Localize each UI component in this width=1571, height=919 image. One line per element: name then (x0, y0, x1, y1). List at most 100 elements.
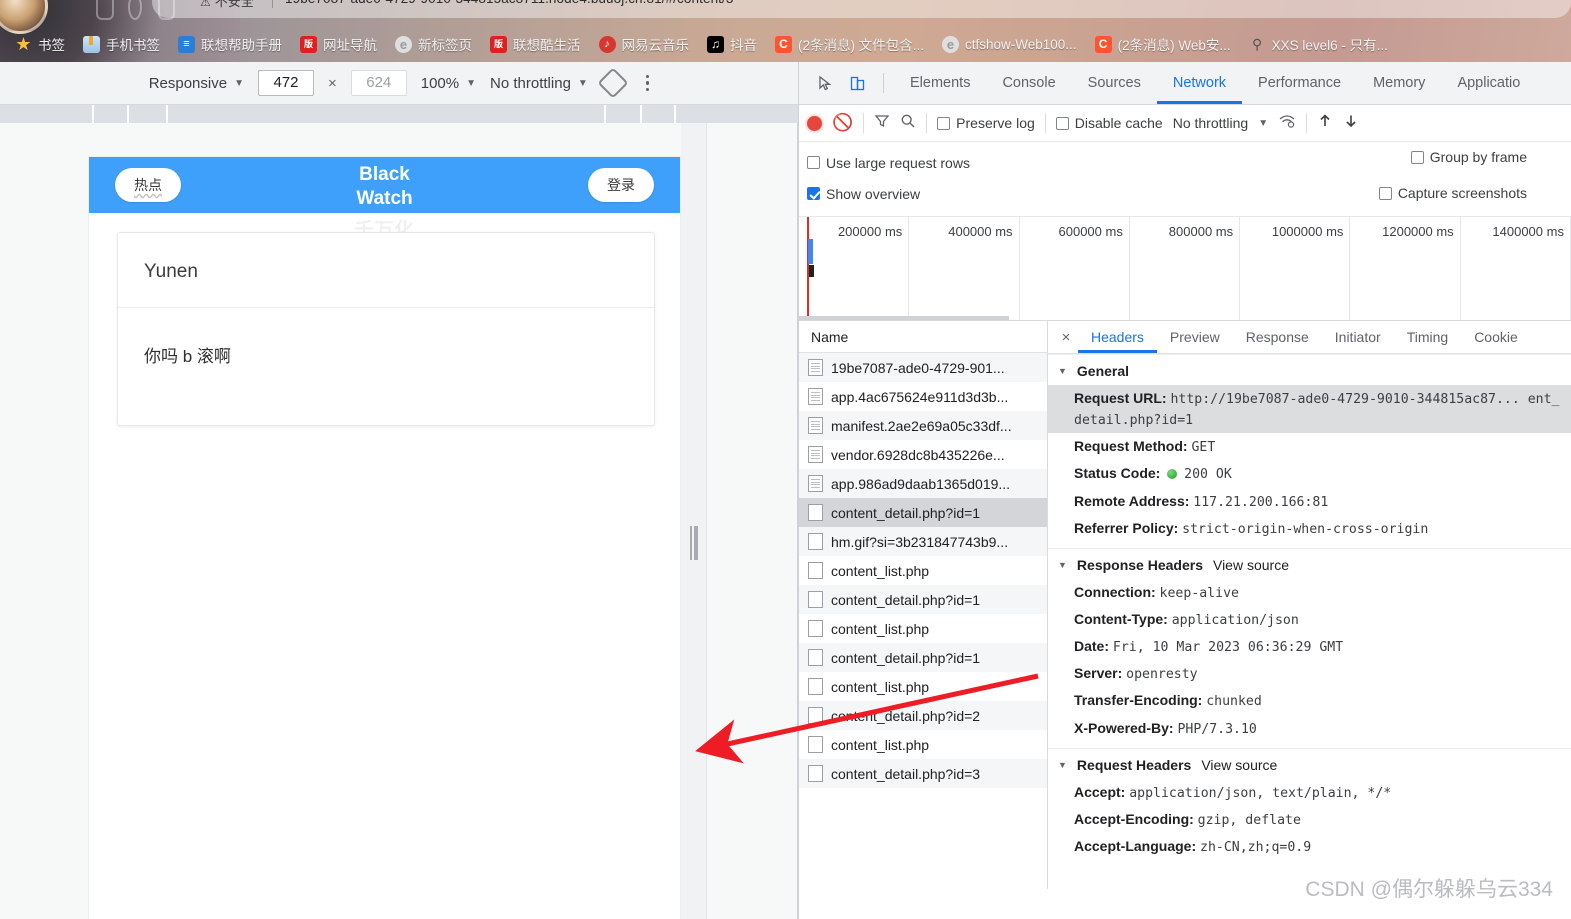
request-row[interactable]: manifest.2ae2e69a05c33df... (799, 411, 1047, 440)
request-view-source-link[interactable]: View source (1201, 757, 1277, 773)
request-row[interactable]: 19be7087-ade0-4729-901... (799, 353, 1047, 382)
request-row[interactable]: content_list.php (799, 730, 1047, 759)
bookmark-item-6[interactable]: ♪ 网易云音乐 (590, 28, 699, 60)
request-list-header[interactable]: Name (799, 321, 1047, 353)
options-row-1: Use large request rows Group by frame (807, 147, 1563, 178)
edge-icon: e (395, 35, 412, 53)
request-headers-section-header[interactable]: ▼ Request Headers View source (1048, 747, 1571, 779)
use-large-request-rows-checkbox[interactable]: Use large request rows (807, 155, 970, 171)
import-har-icon[interactable] (1317, 113, 1333, 133)
use-large-request-rows-label: Use large request rows (826, 154, 970, 171)
network-throttling-selector[interactable]: No throttling (1173, 115, 1248, 131)
request-row[interactable]: hm.gif?si=3b231847743b9... (799, 527, 1047, 556)
detail-tabbar: × Headers Preview Response Initiator Tim… (1048, 321, 1571, 354)
request-row[interactable]: content_list.php (799, 672, 1047, 701)
detail-tab-headers[interactable]: Headers (1078, 321, 1157, 353)
filter-icon[interactable] (874, 113, 890, 133)
referrer-policy-row: Referrer Policy: strict-origin-when-cros… (1048, 515, 1571, 542)
network-overview[interactable]: 200000 ms 400000 ms 600000 ms 800000 ms … (799, 217, 1571, 321)
header-key: Accept-Encoding: (1074, 810, 1198, 827)
netease-music-icon: ♪ (598, 35, 616, 53)
detail-tab-cookies[interactable]: Cookie (1461, 321, 1531, 353)
request-row[interactable]: content_detail.php?id=1 (799, 585, 1047, 614)
tab-elements[interactable]: Elements (894, 62, 986, 104)
disable-cache-checkbox[interactable]: Disable cache (1055, 115, 1163, 131)
request-url-label: Request URL: (1074, 390, 1167, 406)
tab-memory[interactable]: Memory (1357, 62, 1441, 104)
request-headers-title: Request Headers (1076, 756, 1192, 773)
address-bar-url[interactable]: 19be7087-ade0-4729-9010-344815ac8711.nod… (285, 0, 733, 6)
toggle-device-toolbar-icon[interactable] (841, 67, 873, 99)
network-conditions-icon[interactable] (1278, 113, 1296, 133)
blank-document-icon (808, 765, 823, 782)
bookmark-label: XXS level6 - 只有... (1271, 38, 1388, 53)
tab-console[interactable]: Console (986, 62, 1071, 104)
network-throttling-label: No throttling (1172, 115, 1249, 131)
not-secure-badge[interactable]: ⚠ 不安全 (200, 0, 254, 10)
request-row[interactable]: content_list.php (799, 556, 1047, 585)
bookmark-item-1[interactable]: 手机书签 (74, 28, 169, 60)
viewport-height-input[interactable]: 624 (350, 70, 407, 96)
bookmark-item-4[interactable]: e 新标签页 (386, 28, 481, 60)
device-throttling-selector[interactable]: No throttling ▼ (490, 75, 588, 92)
bookmark-item-2[interactable]: ≡ 联想帮助手册 (169, 28, 291, 60)
request-row[interactable]: content_detail.php?id=3 (799, 759, 1047, 788)
close-icon[interactable]: × (1054, 329, 1078, 346)
export-har-icon[interactable] (1343, 113, 1359, 133)
overview-tick: 400000 ms (909, 217, 1020, 320)
show-overview-checkbox[interactable]: Show overview (807, 186, 920, 202)
bookmark-item-10[interactable]: C (2条消息) Web安... (1086, 28, 1240, 60)
tab-application[interactable]: Applicatio (1441, 62, 1536, 104)
tab-network[interactable]: Network (1157, 62, 1242, 104)
request-row[interactable]: content_detail.php?id=2 (799, 701, 1047, 730)
tab-sources[interactable]: Sources (1072, 62, 1157, 104)
content-card-body: 你吗 b 滚啊 (144, 347, 231, 366)
zoom-selector[interactable]: 100% ▼ (421, 75, 476, 92)
viewport-width-input[interactable]: 472 (257, 70, 314, 96)
device-more-options-button[interactable] (645, 74, 650, 92)
request-url-row: Request URL: http://19be7087-ade0-4729-9… (1048, 385, 1571, 434)
preserve-log-checkbox[interactable]: Preserve log (937, 115, 1035, 131)
chevron-down-icon[interactable]: ▼ (1258, 118, 1268, 129)
detail-tab-timing[interactable]: Timing (1394, 321, 1462, 353)
status-code-row: Status Code: 200 OK (1048, 460, 1571, 487)
inspect-element-icon[interactable] (809, 67, 841, 99)
request-row[interactable]: app.4ac675624e911d3d3b... (799, 382, 1047, 411)
bookmark-item-5[interactable]: 版 联想酷生活 (481, 28, 590, 60)
capture-screenshots-checkbox[interactable]: Capture screenshots (1378, 185, 1527, 201)
header-key: Accept-Language: (1074, 837, 1201, 854)
search-icon[interactable] (900, 113, 916, 133)
bookmark-item-9[interactable]: e ctfshow-Web100... (933, 28, 1086, 60)
request-row[interactable]: content_detail.php?id=1 (799, 498, 1047, 527)
request-row[interactable]: content_detail.php?id=1 (799, 643, 1047, 672)
response-headers-section-header[interactable]: ▼ Response Headers View source (1048, 547, 1571, 579)
response-view-source-link[interactable]: View source (1213, 557, 1289, 573)
overview-tick-label: 1000000 ms (1271, 224, 1344, 239)
viewport-resize-splitter[interactable] (681, 123, 707, 919)
request-row[interactable]: content_list.php (799, 614, 1047, 643)
login-button[interactable]: 登录 (588, 168, 654, 202)
device-selector[interactable]: Responsive ▼ (149, 75, 244, 92)
group-by-frame-checkbox[interactable]: Group by frame (1410, 149, 1527, 165)
detail-tab-initiator[interactable]: Initiator (1322, 321, 1394, 353)
overview-timeline-axis: 200000 ms 400000 ms 600000 ms 800000 ms … (799, 217, 1571, 320)
bookmark-item-8[interactable]: C (2条消息) 文件包含... (766, 28, 933, 60)
bookmark-item-0[interactable]: ★ 书签 (6, 28, 74, 60)
tab-shape-1[interactable] (96, 0, 114, 20)
general-section-header[interactable]: ▼ General (1048, 354, 1571, 385)
detail-tab-response[interactable]: Response (1233, 321, 1322, 353)
request-row[interactable]: vendor.6928dc8b435226e... (799, 440, 1047, 469)
clear-network-log-icon[interactable]: 🚫 (832, 113, 853, 133)
bookmark-item-3[interactable]: 版 网址导航 (291, 28, 386, 60)
bookmark-item-7[interactable]: ♫ 抖音 (698, 28, 766, 60)
rotate-icon[interactable] (597, 67, 629, 99)
response-header-row: X-Powered-By: PHP/7.3.10 (1048, 715, 1571, 742)
hot-topics-button[interactable]: 热点 (115, 168, 181, 202)
tab-performance[interactable]: Performance (1242, 62, 1357, 104)
record-button-icon[interactable] (807, 115, 822, 131)
request-row[interactable]: app.986ad9daab1365d019... (799, 469, 1047, 498)
detail-tab-preview[interactable]: Preview (1157, 321, 1233, 353)
bookmark-item-11[interactable]: ⚲ XXS level6 - 只有... (1240, 28, 1397, 60)
header-value: Fri, 10 Mar 2023 06:36:29 GMT (1112, 640, 1344, 656)
overview-scrollbar[interactable] (799, 316, 1009, 320)
